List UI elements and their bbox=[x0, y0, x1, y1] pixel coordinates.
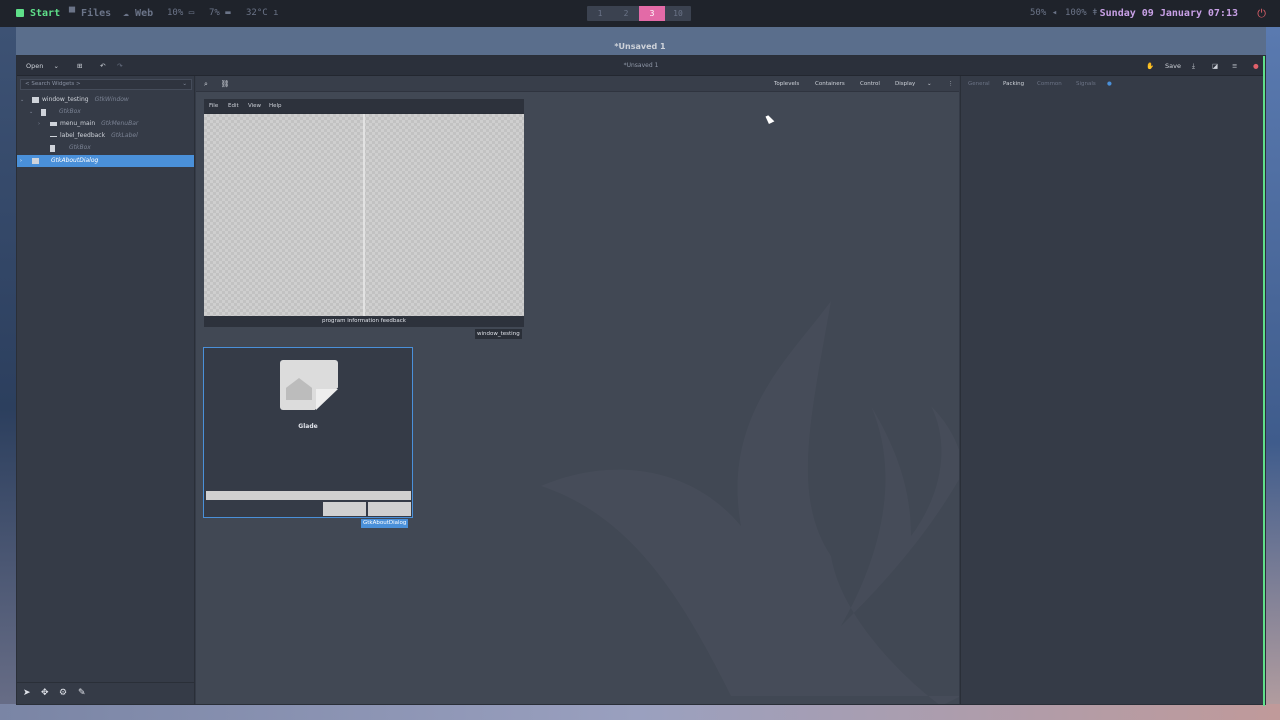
clock-display: 07:13 bbox=[1207, 8, 1238, 19]
box-widget-icon bbox=[41, 109, 46, 116]
window-testing-preview[interactable]: File Edit View Help program information … bbox=[204, 99, 524, 327]
alignment-edit-icon[interactable]: ✎ bbox=[78, 688, 86, 698]
dialog-widget-icon bbox=[32, 158, 39, 164]
menubar: File Edit View Help bbox=[204, 99, 524, 113]
property-editor: General Packing Common Signals ● bbox=[960, 76, 1265, 704]
palette-display[interactable]: Display bbox=[891, 79, 919, 90]
margin-edit-icon[interactable]: ⚙ bbox=[59, 688, 67, 698]
search-icon[interactable]: ⌕ bbox=[200, 79, 212, 90]
design-canvas[interactable]: ⌕ ⛓ Toplevels Containers Control Display… bbox=[196, 76, 959, 704]
menu-view[interactable]: View bbox=[248, 99, 261, 113]
workspace-switcher: 1 2 3 10 bbox=[587, 6, 691, 21]
speaker-icon: ◂ bbox=[1051, 8, 1058, 18]
tree-row[interactable]: GtkBox bbox=[17, 142, 194, 154]
menu-edit[interactable]: Edit bbox=[228, 99, 239, 113]
save-button[interactable]: Save bbox=[1160, 59, 1186, 73]
chevron-down-icon[interactable]: ⌄ bbox=[923, 79, 936, 90]
tool-bar: ➤ ✥ ⚙ ✎ bbox=[17, 682, 194, 704]
accessibility-icon[interactable]: ● bbox=[1105, 79, 1114, 90]
feedback-label: program information feedback bbox=[204, 316, 524, 327]
inspect-pointer-icon[interactable]: ✋ bbox=[1141, 59, 1159, 73]
volume-status: 100% ǂ bbox=[1065, 8, 1098, 18]
about-dialog-label: GtkAboutDialog bbox=[361, 519, 409, 528]
workspace-2[interactable]: 2 bbox=[613, 6, 639, 21]
project-subtitle: *Unsaved 1 bbox=[623, 62, 659, 69]
workspace-1[interactable]: 1 bbox=[587, 6, 613, 21]
desktop-wallpaper-left bbox=[0, 27, 16, 720]
start-icon bbox=[16, 9, 24, 17]
menu-icon[interactable]: ≡ bbox=[1227, 59, 1242, 73]
microphone-icon: ǂ bbox=[1092, 8, 1098, 18]
tab-packing[interactable]: Packing bbox=[1001, 79, 1026, 90]
workspace-10[interactable]: 10 bbox=[665, 6, 691, 21]
image-missing-icon bbox=[280, 360, 338, 410]
desktop-wallpaper-bottom bbox=[0, 704, 1280, 720]
cpu-status: 10% ▭ bbox=[167, 8, 195, 18]
expander-icon: ⌄ bbox=[20, 97, 25, 103]
download-icon[interactable]: ⤓ bbox=[1187, 59, 1200, 73]
search-widgets-input[interactable]: < Search Widgets > ⌄ bbox=[20, 79, 192, 90]
glade-logo-watermark bbox=[541, 301, 959, 704]
brightness-status: 50% ◂ bbox=[1030, 8, 1058, 18]
image-missing-icon-fold bbox=[316, 389, 338, 410]
expander-icon: › bbox=[38, 121, 40, 127]
program-name: Glade bbox=[298, 423, 318, 430]
temperature-status: 32°C ı bbox=[246, 8, 279, 18]
select-pointer-icon[interactable]: ➤ bbox=[23, 688, 31, 698]
memory-status: 7% ▬ bbox=[209, 8, 231, 18]
preview-icon[interactable]: ◪ bbox=[1207, 59, 1223, 73]
chevron-down-icon: ⌄ bbox=[182, 81, 187, 87]
window-widget-icon bbox=[32, 97, 39, 103]
menubar-widget-icon bbox=[50, 122, 57, 126]
expander-icon: ⌄ bbox=[29, 109, 34, 115]
palette-containers[interactable]: Containers bbox=[811, 79, 849, 90]
files-button[interactable]: ▀ Files bbox=[69, 0, 111, 27]
menu-help[interactable]: Help bbox=[269, 99, 282, 113]
start-button[interactable]: Start bbox=[16, 0, 60, 27]
link-icon[interactable]: ⛓ bbox=[219, 79, 231, 90]
tree-row[interactable]: label_feedback GtkLabel bbox=[17, 130, 194, 142]
menu-file[interactable]: File bbox=[209, 99, 218, 113]
workspace-3[interactable]: 3 bbox=[639, 6, 665, 21]
tab-general[interactable]: General bbox=[966, 79, 992, 90]
about-dialog-preview[interactable]: Glade bbox=[203, 347, 413, 518]
power-icon[interactable]: ⏻ bbox=[1257, 0, 1266, 27]
palette-toolbar: ⌕ ⛓ Toplevels Containers Control Display… bbox=[196, 76, 959, 92]
tree-row[interactable]: ⌄ GtkBox bbox=[17, 106, 194, 118]
drag-resize-icon[interactable]: ✥ bbox=[41, 688, 49, 698]
desktop-wallpaper-right bbox=[1266, 27, 1280, 720]
tree-row[interactable]: ⌄ window_testing GtkWindow bbox=[17, 94, 194, 106]
box-divider bbox=[363, 114, 365, 316]
glade-window: Open ⌄ ⊞ ↶ ↷ *Unsaved 1 ✋ Save ⤓ ◪ ≡ ● <… bbox=[16, 55, 1266, 706]
dialog-button[interactable] bbox=[323, 502, 366, 516]
monitor-icon: ▭ bbox=[188, 8, 195, 18]
web-button[interactable]: ☁ Web bbox=[123, 0, 153, 27]
palette-toplevels[interactable]: Toplevels bbox=[770, 79, 803, 90]
expander-icon: › bbox=[20, 158, 22, 164]
window-testing-label: window_testing bbox=[475, 329, 522, 339]
tab-signals[interactable]: Signals bbox=[1074, 79, 1098, 90]
headerbar: Open ⌄ ⊞ ↶ ↷ *Unsaved 1 ✋ Save ⤓ ◪ ≡ ● bbox=[17, 56, 1265, 76]
box-widget-icon bbox=[50, 145, 55, 152]
project-tree-panel: < Search Widgets > ⌄ ⌄ window_testing GtkW… bbox=[17, 76, 195, 704]
window-focus-border bbox=[1263, 56, 1265, 706]
system-topbar: Start ▀ Files ☁ Web 10% ▭ 7% ▬ 32°C ı 1 … bbox=[0, 0, 1280, 27]
memory-icon: ▬ bbox=[225, 8, 231, 18]
label-widget-icon bbox=[50, 136, 57, 137]
palette-control[interactable]: Control bbox=[856, 79, 884, 90]
more-options-icon[interactable]: ⋮ bbox=[944, 79, 958, 90]
window-title: *Unsaved 1 bbox=[614, 42, 666, 51]
date-display: Sunday 09 January bbox=[1099, 8, 1202, 19]
folder-icon: ▀ bbox=[69, 8, 82, 19]
tab-common[interactable]: Common bbox=[1035, 79, 1064, 90]
thermometer-icon: ı bbox=[273, 8, 279, 18]
tree-row-selected[interactable]: › GtkAboutDialog bbox=[17, 155, 194, 167]
tree-row[interactable]: › menu_main GtkMenuBar bbox=[17, 118, 194, 130]
dialog-content-bar bbox=[206, 491, 411, 500]
close-icon[interactable]: ● bbox=[1248, 59, 1264, 73]
cloud-icon: ☁ bbox=[123, 8, 136, 19]
dialog-button[interactable] bbox=[368, 502, 411, 516]
